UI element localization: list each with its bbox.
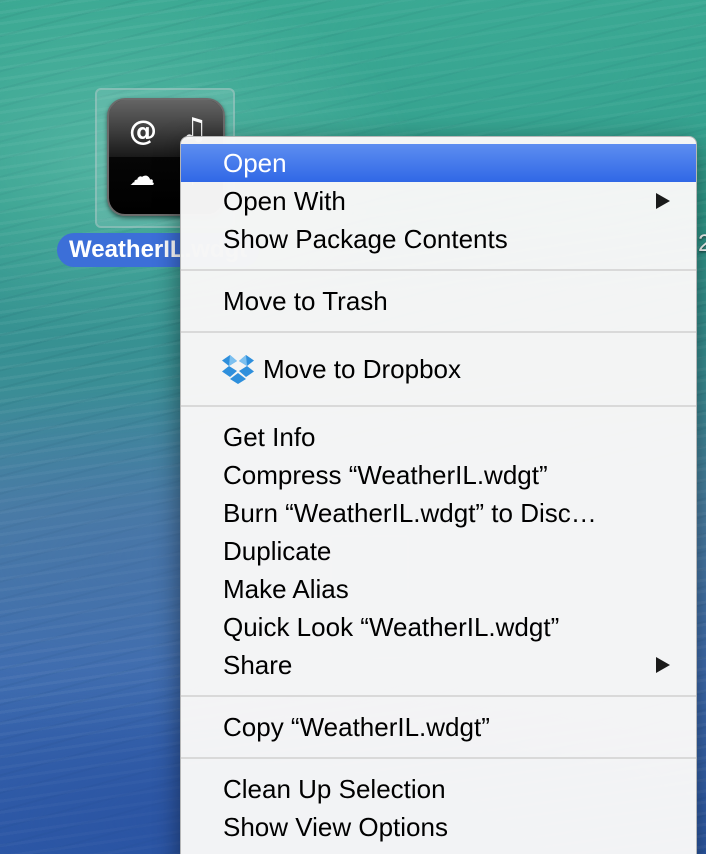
- menu-item-burn-to-disc[interactable]: Burn “WeatherIL.wdgt” to Disc…: [181, 494, 696, 532]
- context-menu: Open Open With Show Package Contents Mov…: [180, 136, 697, 854]
- cloud-icon: ☁: [129, 162, 155, 192]
- menu-item-clean-up-selection[interactable]: Clean Up Selection: [181, 770, 696, 808]
- menu-item-share-label: Share: [223, 650, 293, 680]
- menu-item-move-to-trash[interactable]: Move to Trash: [181, 282, 696, 320]
- menu-item-make-alias[interactable]: Make Alias: [181, 570, 696, 608]
- menu-item-compress[interactable]: Compress “WeatherIL.wdgt”: [181, 456, 696, 494]
- offscreen-label-fragment: 2: [698, 230, 706, 257]
- menu-item-show-package-contents[interactable]: Show Package Contents: [181, 220, 696, 258]
- menu-separator: [181, 695, 696, 697]
- menu-item-open[interactable]: Open: [181, 144, 696, 182]
- menu-item-duplicate[interactable]: Duplicate: [181, 532, 696, 570]
- menu-item-open-with[interactable]: Open With: [181, 182, 696, 220]
- menu-item-move-to-dropbox[interactable]: Move to Dropbox: [181, 344, 696, 394]
- menu-item-quick-look[interactable]: Quick Look “WeatherIL.wdgt”: [181, 608, 696, 646]
- dropbox-icon: [222, 355, 254, 384]
- menu-item-copy[interactable]: Copy “WeatherIL.wdgt”: [181, 708, 696, 746]
- menu-item-show-view-options[interactable]: Show View Options: [181, 808, 696, 846]
- menu-separator: [181, 269, 696, 271]
- menu-item-open-with-label: Open With: [223, 186, 346, 216]
- menu-item-get-info[interactable]: Get Info: [181, 418, 696, 456]
- menu-separator: [181, 405, 696, 407]
- at-sign-icon: @: [129, 114, 157, 147]
- menu-item-share[interactable]: Share: [181, 646, 696, 684]
- submenu-arrow-icon: [656, 193, 670, 209]
- menu-separator: [181, 757, 696, 759]
- submenu-arrow-icon: [656, 657, 670, 673]
- menu-item-move-to-dropbox-label: Move to Dropbox: [263, 354, 461, 384]
- menu-separator: [181, 331, 696, 333]
